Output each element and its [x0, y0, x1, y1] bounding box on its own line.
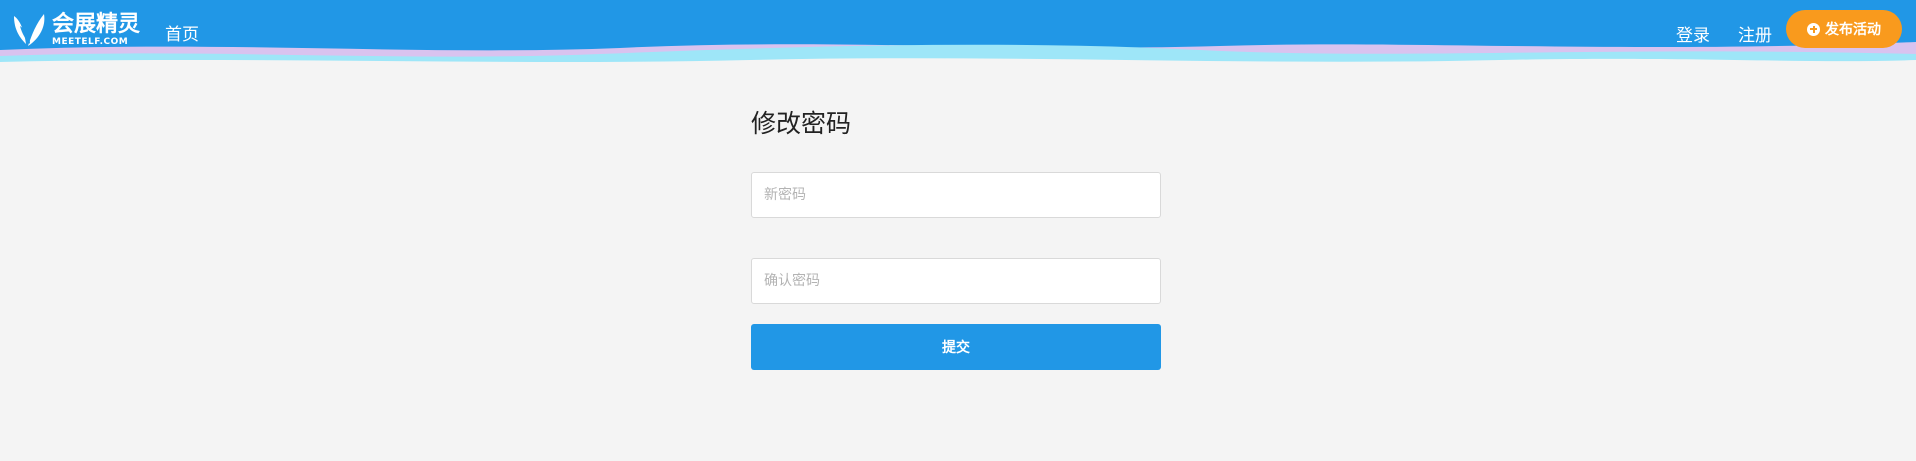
site-logo[interactable]: 会展精灵 MEETELF.COM: [10, 10, 140, 50]
logo-name-cn: 会展精灵: [52, 11, 141, 37]
nav-home-link[interactable]: 首页: [165, 20, 199, 45]
logo-name-en: MEETELF.COM: [52, 36, 129, 47]
page-title: 修改密码: [751, 109, 852, 138]
nav-login-link[interactable]: 登录: [1676, 21, 1710, 46]
logo-text: 会展精灵 MEETELF.COM: [52, 11, 141, 47]
confirm-password-field[interactable]: [751, 258, 1161, 304]
plus-circle-icon: [1807, 22, 1820, 36]
new-password-field[interactable]: [751, 172, 1161, 218]
publish-event-label: 发布活动: [1825, 22, 1881, 38]
submit-button[interactable]: 提交: [751, 324, 1161, 370]
logo-leaf-icon: [14, 14, 45, 46]
nav-register-link[interactable]: 注册: [1738, 21, 1772, 46]
header-wave-decoration: [0, 42, 1916, 66]
publish-event-button[interactable]: 发布活动: [1786, 10, 1902, 48]
top-header: 会展精灵 MEETELF.COM 首页 登录 注册 发布活动: [0, 0, 1916, 66]
